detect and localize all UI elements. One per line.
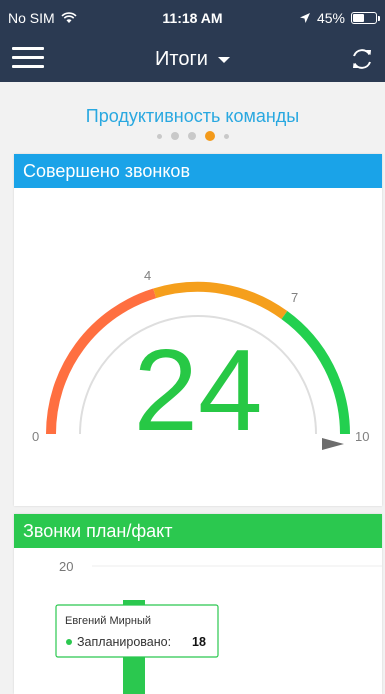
gauge-label-low: 4 (144, 268, 151, 283)
calls-made-card: Совершено звонков 24 0 4 7 10 (14, 154, 382, 506)
tooltip-series-dot (66, 639, 72, 645)
app-header: Итоги (0, 36, 385, 82)
gauge-label-min: 0 (32, 429, 39, 444)
header-title-dropdown[interactable]: Итоги (0, 48, 385, 71)
page-dot-5[interactable] (223, 133, 229, 139)
page-dot-2[interactable] (170, 132, 179, 140)
y-axis-label-20: 20 (59, 559, 73, 574)
chart-tooltip: Евгений Мирный Запланировано: 18 (55, 604, 219, 658)
tooltip-name: Евгений Мирный (65, 615, 151, 627)
tooltip-label: Запланировано: (77, 635, 171, 649)
battery-percent: 45% (316, 10, 345, 26)
gauge-label-max: 10 (355, 429, 369, 444)
battery-icon (351, 12, 380, 24)
gauge-needle (322, 438, 344, 450)
page-dot-3[interactable] (187, 132, 196, 140)
calls-gauge: 24 0 4 7 10 (32, 268, 369, 455)
page-dot-4-active[interactable] (204, 131, 215, 141)
page-dot-1[interactable] (156, 133, 162, 139)
section-title: Продуктивность команды (85, 106, 300, 126)
caret-down-icon (217, 56, 230, 63)
calls-plan-fact-title: Звонки план/факт (14, 514, 382, 548)
refresh-icon[interactable] (349, 46, 375, 72)
gauge-band-mid (153, 281, 288, 320)
page-indicator[interactable] (0, 131, 385, 141)
gauge-value: 24 (133, 325, 262, 455)
status-bar: No SIM 11:18 AM 45% (0, 0, 385, 36)
calls-plan-fact-card: Звонки план/факт 20 Евгений Мирный Запла… (14, 514, 382, 694)
gauge-label-mid: 7 (291, 290, 298, 305)
header-title: Итоги (155, 48, 208, 70)
location-arrow-icon (299, 13, 310, 23)
calls-made-title: Совершено звонков (14, 154, 382, 188)
tooltip-value: 18 (192, 635, 206, 649)
status-right: 45% (299, 10, 380, 26)
plan-fact-chart: 20 Евгений Мирный Запланировано: 18 (55, 559, 382, 694)
